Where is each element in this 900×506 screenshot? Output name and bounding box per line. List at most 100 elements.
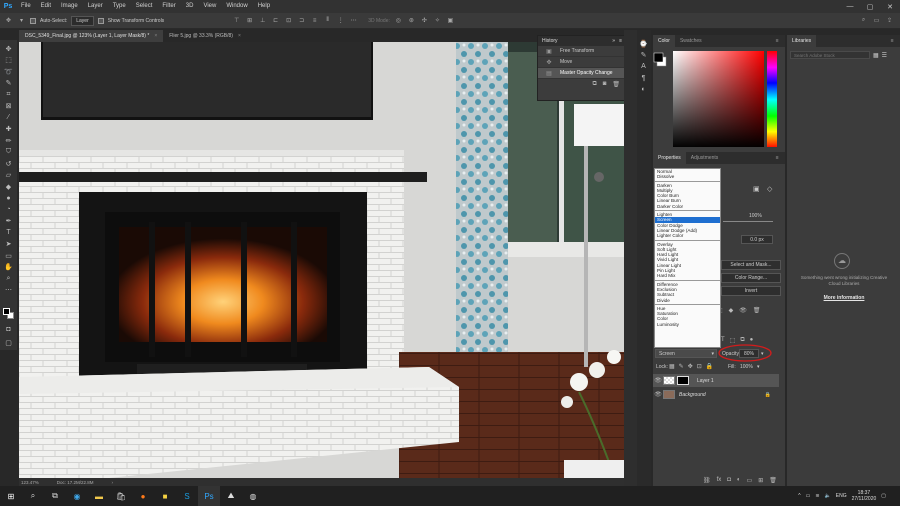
align-left-icon[interactable]: ⊏: [271, 17, 280, 25]
move-tool-icon[interactable]: ✥: [4, 17, 13, 25]
menu-view[interactable]: View: [198, 0, 221, 13]
fx-icon[interactable]: fx: [717, 477, 722, 484]
menu-file[interactable]: File: [16, 0, 36, 13]
lock-artboard-icon[interactable]: ⊡: [697, 363, 702, 370]
layer-row-selected[interactable]: 👁 Layer 1: [653, 374, 779, 387]
doc-tab-active[interactable]: DSC_5349_Final.jpg @ 123% (Layer 1, Laye…: [19, 30, 164, 42]
firefox-icon[interactable]: ●: [132, 486, 154, 506]
paint-bucket-tool-icon[interactable]: ◆: [2, 181, 15, 193]
lasso-tool-icon[interactable]: ➰: [2, 66, 15, 78]
visibility-icon[interactable]: 👁: [653, 377, 663, 384]
sticky-notes-icon[interactable]: ■: [154, 486, 176, 506]
more-information-link[interactable]: More information: [807, 295, 881, 301]
share-icon[interactable]: ⇪: [885, 17, 894, 25]
camera-icon[interactable]: ◙: [603, 81, 607, 87]
fill-value[interactable]: 100%: [740, 364, 753, 370]
frame-tool-icon[interactable]: ⊠: [2, 101, 15, 113]
layer-row[interactable]: 👁 Background 🔒: [653, 388, 779, 401]
menu-window[interactable]: Window: [221, 0, 252, 13]
panel-menu-icon[interactable]: ≡: [619, 38, 622, 44]
align-top-icon[interactable]: ⊤: [232, 17, 241, 25]
visibility-icon[interactable]: 👁: [653, 391, 663, 398]
menu-edit[interactable]: Edit: [36, 0, 56, 13]
more-options-icon[interactable]: ⋯: [349, 17, 358, 25]
marquee-tool-icon[interactable]: ⬚: [2, 55, 15, 67]
3d-orbit-icon[interactable]: ◎: [394, 17, 403, 25]
tab-libraries[interactable]: Libraries: [787, 35, 817, 47]
search-icon[interactable]: ⌕: [22, 486, 44, 506]
lock-pixels-icon[interactable]: ▦: [669, 363, 675, 370]
align-right-icon[interactable]: ⊐: [297, 17, 306, 25]
history-brush-tool-icon[interactable]: ↺: [2, 158, 15, 170]
blend-mode-list[interactable]: Normal Dissolve Darken Multiply Color Burn Li…: [654, 168, 721, 348]
type-tool-icon[interactable]: T: [2, 227, 15, 239]
brush-tool-icon[interactable]: ✏: [2, 135, 15, 147]
dodge-tool-icon[interactable]: ◔: [2, 204, 15, 216]
panel-menu-icon[interactable]: ≡: [771, 35, 785, 47]
distribute-h-icon[interactable]: ⦀: [323, 17, 332, 25]
maximize-button[interactable]: ▢: [860, 3, 880, 11]
group-icon[interactable]: ▭: [747, 477, 753, 484]
quick-select-tool-icon[interactable]: ✎: [2, 78, 15, 90]
distribute-icon[interactable]: ≡: [310, 17, 319, 25]
3d-pan-icon[interactable]: ✣: [420, 17, 429, 25]
skype-icon[interactable]: S: [176, 486, 198, 506]
color-range-button[interactable]: Color Range...: [721, 273, 781, 283]
language-indicator[interactable]: ENG: [836, 493, 847, 499]
brush-settings-icon[interactable]: ✎: [637, 50, 650, 62]
vector-mask-icon[interactable]: ◇: [767, 185, 772, 193]
align-middle-icon[interactable]: ⊞: [245, 17, 254, 25]
history-item[interactable]: ▣ Free Transform: [538, 46, 626, 57]
zoom-readout[interactable]: 123.47%: [21, 480, 39, 485]
apply-mask-icon[interactable]: ◆: [729, 307, 734, 314]
3d-roll-icon[interactable]: ⊛: [407, 17, 416, 25]
blend-mode-option[interactable]: Dissolve: [655, 174, 720, 179]
mask-icon[interactable]: ▣: [753, 185, 760, 193]
foreground-color-swatch[interactable]: [3, 308, 10, 315]
panel-menu-icon[interactable]: ≡: [771, 152, 785, 164]
history-item[interactable]: ✥ Move: [538, 57, 626, 68]
blend-mode-dropdown[interactable]: Screen ▾: [655, 349, 717, 358]
eyedropper-tool-icon[interactable]: ⁄: [2, 112, 15, 124]
pen-tool-icon[interactable]: ✒: [2, 216, 15, 228]
show-transform-checkbox[interactable]: [97, 17, 104, 24]
workspace-icon[interactable]: ▭: [872, 17, 881, 25]
history-item-selected[interactable]: ▤ Master Opacity Change: [538, 68, 626, 79]
character-icon[interactable]: A: [637, 61, 650, 73]
volume-icon[interactable]: 🔈: [825, 493, 831, 499]
collapse-icon[interactable]: »: [612, 38, 615, 44]
trash-icon[interactable]: 🗑: [753, 307, 761, 314]
adjustments-icon[interactable]: ◐: [637, 84, 650, 96]
tab-color[interactable]: Color: [653, 35, 675, 47]
density-slider[interactable]: [723, 221, 773, 222]
close-button[interactable]: ✕: [880, 3, 900, 11]
menu-layer[interactable]: Layer: [83, 0, 108, 13]
doc-tab[interactable]: Flier 5.jpg @ 33.3% (RGB/8) ×: [163, 30, 247, 42]
library-search-input[interactable]: [790, 51, 870, 59]
trash-icon[interactable]: 🗑: [769, 477, 777, 484]
align-center-icon[interactable]: ⊡: [284, 17, 293, 25]
path-select-tool-icon[interactable]: ➤: [2, 239, 15, 251]
menu-help[interactable]: Help: [253, 0, 275, 13]
select-and-mask-button[interactable]: Select and Mask...: [721, 260, 781, 270]
menu-3d[interactable]: 3D: [181, 0, 199, 13]
eraser-tool-icon[interactable]: ▱: [2, 170, 15, 182]
auto-select-checkbox[interactable]: [30, 17, 36, 24]
blend-mode-option[interactable]: Darker Color: [655, 204, 720, 209]
new-layer-icon[interactable]: ⊞: [758, 477, 763, 484]
color-picker[interactable]: [653, 47, 785, 147]
chevron-up-icon[interactable]: ^: [798, 493, 800, 499]
clock[interactable]: 18:37 27/11/2020: [852, 490, 877, 502]
windows-start-icon[interactable]: ⊞: [0, 486, 22, 506]
tab-adjustments[interactable]: Adjustments: [686, 152, 724, 164]
invert-button[interactable]: Invert: [721, 286, 781, 296]
tab-swatches[interactable]: Swatches: [675, 35, 707, 47]
blend-mode-option[interactable]: Lighter Color: [655, 233, 720, 238]
tab-properties[interactable]: Properties: [653, 152, 686, 164]
3d-scale-icon[interactable]: ▣: [446, 17, 455, 25]
visibility-icon[interactable]: 👁: [739, 307, 747, 314]
blend-mode-option[interactable]: Divide: [655, 298, 720, 303]
blur-tool-icon[interactable]: ●: [2, 193, 15, 205]
menu-filter[interactable]: Filter: [157, 0, 180, 13]
close-icon[interactable]: ×: [154, 33, 157, 39]
